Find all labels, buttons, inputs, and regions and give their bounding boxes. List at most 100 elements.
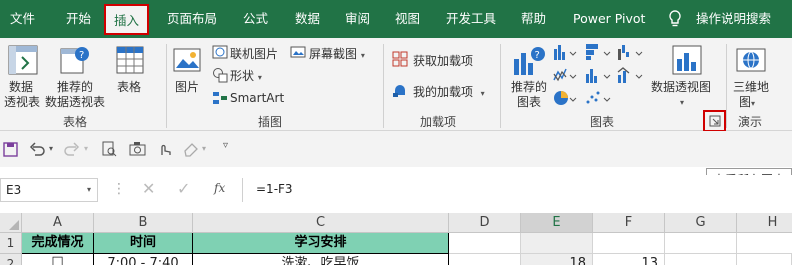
lightbulb-icon[interactable] bbox=[668, 10, 682, 31]
row-header-2[interactable]: 2 bbox=[0, 254, 22, 265]
tab-power-pivot[interactable]: Power Pivot bbox=[573, 0, 645, 38]
ribbon-divider bbox=[166, 44, 167, 128]
cell-b1[interactable]: 时间 bbox=[94, 233, 193, 254]
tab-review[interactable]: 审阅 bbox=[345, 0, 370, 38]
cancel-icon[interactable]: ✕ bbox=[142, 179, 155, 198]
recommended-charts-icon[interactable]: ? bbox=[512, 45, 546, 80]
cell-f1[interactable] bbox=[593, 233, 665, 254]
cell-d1[interactable] bbox=[449, 233, 521, 254]
column-header-c[interactable]: C bbox=[193, 213, 449, 233]
pivot-chart-icon[interactable] bbox=[672, 45, 702, 78]
map3d-button-line2[interactable]: 图▾ bbox=[739, 93, 755, 110]
screenshot-button[interactable]: 屏幕截图 ▾ bbox=[309, 45, 365, 62]
ribbon-tab-bar: 文件 开始 插入 页面布局 公式 数据 审阅 视图 开发工具 帮助 Power … bbox=[0, 0, 792, 38]
combo-chart-icon[interactable] bbox=[617, 66, 645, 87]
quick-access-toolbar: ▾ ▾ ▾ ▿ bbox=[0, 131, 792, 167]
enter-check-icon[interactable]: ✓ bbox=[177, 179, 190, 198]
tab-data[interactable]: 数据 bbox=[295, 0, 320, 38]
column-header-b[interactable]: B bbox=[94, 213, 193, 233]
cell-a1[interactable]: 完成情况 bbox=[22, 233, 94, 254]
cell-e1[interactable] bbox=[521, 233, 593, 254]
row-header-1[interactable]: 1 bbox=[0, 233, 22, 254]
column-header-a[interactable]: A bbox=[22, 213, 94, 233]
formula-bar-resize-handle[interactable]: ⋮ bbox=[112, 181, 126, 197]
column-header-f[interactable]: F bbox=[593, 213, 665, 233]
name-box[interactable]: E3 ▾ bbox=[0, 178, 98, 202]
table-button[interactable]: 表格 bbox=[117, 78, 141, 95]
recommended-pivot-line2[interactable]: 数据透视表 bbox=[45, 93, 105, 110]
cell-e2[interactable]: 18 bbox=[521, 254, 593, 265]
smartart-button[interactable]: SmartArt bbox=[230, 91, 284, 105]
undo-icon[interactable] bbox=[29, 141, 45, 157]
eraser-dropdown-icon[interactable]: ▾ bbox=[202, 144, 206, 153]
column-header-g[interactable]: G bbox=[665, 213, 737, 233]
tab-formulas[interactable]: 公式 bbox=[243, 0, 268, 38]
print-preview-icon[interactable] bbox=[101, 141, 117, 157]
recommended-charts-line2[interactable]: 图表 bbox=[517, 93, 541, 110]
scatter-chart-icon[interactable] bbox=[585, 89, 613, 110]
tab-developer[interactable]: 开发工具 bbox=[446, 0, 496, 38]
save-icon[interactable] bbox=[3, 142, 18, 157]
smartart-icon[interactable] bbox=[212, 90, 228, 109]
my-addins-button[interactable]: 我的加载项 ▾ bbox=[413, 83, 485, 100]
camera-icon[interactable] bbox=[129, 141, 146, 157]
online-pictures-icon[interactable] bbox=[212, 44, 228, 63]
eraser-icon[interactable] bbox=[182, 141, 200, 157]
line-chart-icon[interactable] bbox=[553, 66, 579, 87]
name-box-dropdown-icon[interactable]: ▾ bbox=[87, 185, 91, 194]
column-header-e[interactable]: E bbox=[521, 213, 593, 233]
cell-h1[interactable] bbox=[737, 233, 792, 254]
redo-dropdown-icon[interactable]: ▾ bbox=[84, 144, 88, 153]
insert-function-button[interactable]: fx bbox=[214, 181, 225, 195]
waterfall-chart-icon[interactable] bbox=[617, 43, 645, 64]
hierarchy-chart-icon[interactable] bbox=[585, 43, 613, 64]
cell-b2[interactable]: 7:00 - 7:40 bbox=[94, 254, 193, 265]
store-icon[interactable] bbox=[392, 51, 408, 70]
picture-button[interactable]: 图片 bbox=[175, 78, 199, 95]
cell-a2-checkbox[interactable]: □ bbox=[22, 254, 94, 265]
screenshot-icon[interactable] bbox=[290, 44, 306, 63]
undo-dropdown-icon[interactable]: ▾ bbox=[49, 144, 53, 153]
my-addins-icon[interactable] bbox=[392, 82, 408, 101]
tab-file[interactable]: 文件 bbox=[10, 0, 35, 38]
dialog-launcher-charts[interactable] bbox=[703, 110, 726, 132]
picture-icon[interactable] bbox=[173, 46, 201, 77]
pivot-table-button-line2[interactable]: 透视表 bbox=[4, 93, 40, 110]
tab-insert[interactable]: 插入 bbox=[104, 4, 150, 35]
ribbon-divider bbox=[500, 44, 501, 128]
cell-g2[interactable] bbox=[665, 254, 737, 265]
select-all-triangle-icon bbox=[9, 220, 19, 230]
column-header-d[interactable]: D bbox=[449, 213, 521, 233]
shapes-icon[interactable] bbox=[212, 67, 228, 86]
table-icon[interactable] bbox=[116, 46, 144, 77]
statistic-chart-icon[interactable] bbox=[585, 66, 613, 87]
screenshot-dropdown-icon: ▾ bbox=[360, 51, 365, 60]
shapes-button[interactable]: 形状 ▾ bbox=[230, 67, 262, 84]
tab-help[interactable]: 帮助 bbox=[521, 0, 546, 38]
get-addins-button[interactable]: 获取加载项 bbox=[413, 52, 473, 69]
cell-c1[interactable]: 学习安排 bbox=[193, 233, 449, 254]
pivot-chart-button[interactable]: 数据透视图 bbox=[651, 78, 711, 95]
cell-d2[interactable] bbox=[449, 254, 521, 265]
column-chart-icon[interactable] bbox=[553, 43, 579, 64]
redo-icon[interactable] bbox=[64, 141, 80, 157]
column-header-h[interactable]: H bbox=[737, 213, 792, 233]
tell-me-search[interactable]: 操作说明搜索 bbox=[696, 0, 771, 38]
cell-f2[interactable]: 13 bbox=[593, 254, 665, 265]
touch-mode-icon[interactable] bbox=[157, 141, 173, 157]
formula-input[interactable]: =1-F3 bbox=[242, 178, 792, 202]
cell-g1[interactable] bbox=[665, 233, 737, 254]
tab-home[interactable]: 开始 bbox=[66, 0, 91, 38]
pivot-table-icon[interactable] bbox=[8, 45, 38, 78]
pie-chart-icon[interactable] bbox=[553, 89, 579, 110]
customize-qat-icon[interactable]: ▿ bbox=[223, 140, 228, 151]
pivot-chart-dropdown-icon[interactable]: ▾ bbox=[680, 94, 684, 108]
cell-c2[interactable]: 洗漱、吃早饭 bbox=[193, 254, 449, 265]
tab-view[interactable]: 视图 bbox=[395, 0, 420, 38]
cell-h2[interactable] bbox=[737, 254, 792, 265]
recommended-pivot-icon[interactable]: ? bbox=[60, 45, 90, 78]
globe-3d-map-icon[interactable] bbox=[736, 45, 766, 78]
tab-page-layout[interactable]: 页面布局 bbox=[167, 0, 217, 38]
online-pictures-button[interactable]: 联机图片 bbox=[230, 45, 278, 62]
select-all-corner[interactable] bbox=[0, 213, 22, 233]
